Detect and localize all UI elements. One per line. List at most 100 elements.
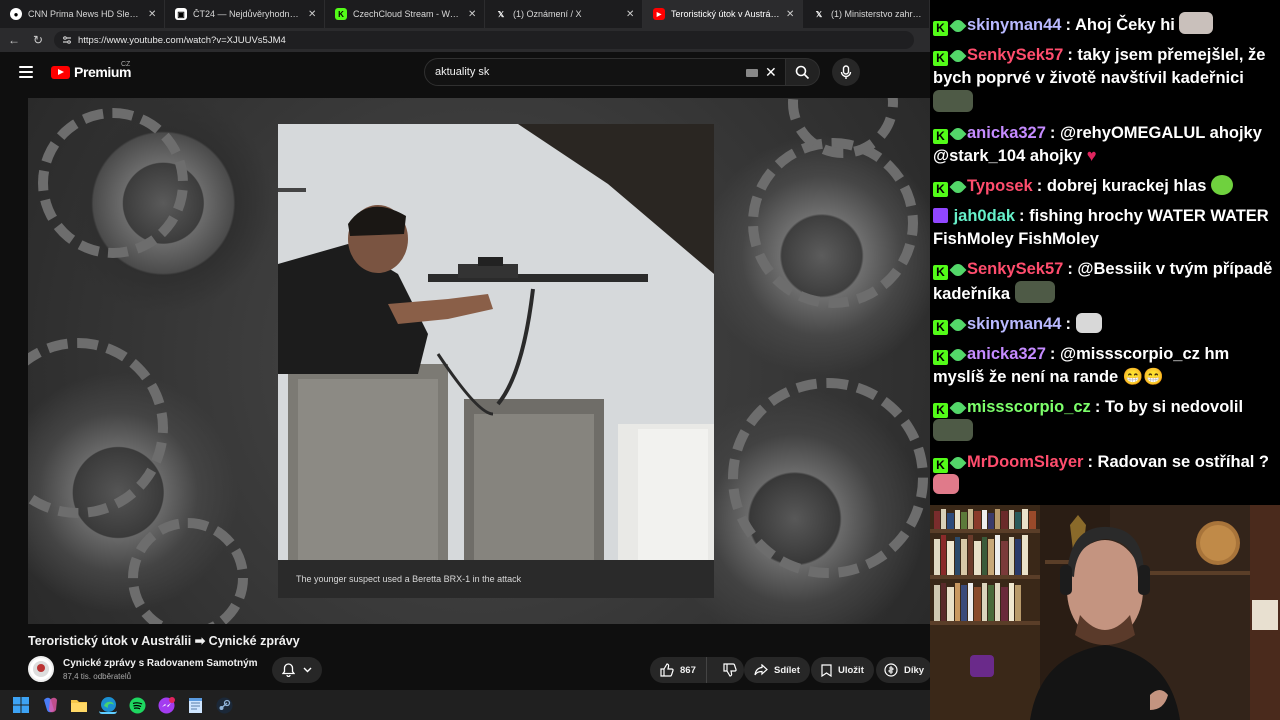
video-photo: [278, 124, 714, 560]
tab-ct24[interactable]: ▣ ČT24 — Nejdůvěryhodnější zpravo ✕: [165, 0, 325, 28]
gear-decoration: [748, 138, 918, 308]
chat-text: To by si nedovolil: [1104, 398, 1244, 416]
close-icon[interactable]: ✕: [468, 9, 478, 20]
subscriber-badge-icon: [949, 399, 967, 417]
notepad-icon[interactable]: [186, 696, 204, 714]
chat-message: K Typosek: dobrej kurackej hlas: [933, 175, 1276, 198]
tab-x-notifications[interactable]: 𝕏 (1) Oznámení / X ✕: [485, 0, 643, 28]
subscriber-badge-icon: [949, 125, 967, 143]
like-count: 867: [680, 664, 696, 676]
tab-title: (1) Oznámení / X: [513, 9, 582, 19]
video-caption: The younger suspect used a Beretta BRX-1…: [296, 574, 522, 584]
thumbs-down-icon: [723, 663, 737, 677]
chat-message: K SenkySek57: @Bessiik v tvým případě kad…: [933, 260, 1273, 303]
close-icon[interactable]: ✕: [786, 9, 796, 20]
thumbs-up-icon: [660, 663, 674, 677]
edge-browser-icon[interactable]: [99, 696, 117, 714]
site-info-icon[interactable]: [62, 35, 72, 45]
search-input[interactable]: [435, 66, 735, 78]
reload-icon[interactable]: ↻: [30, 32, 46, 48]
subscriber-count: 87,4 tis. odběratelů: [63, 672, 132, 681]
thanks-button[interactable]: Díky: [876, 657, 933, 683]
like-button[interactable]: 867: [650, 657, 707, 683]
subscriber-badge-icon: [949, 178, 967, 196]
tab-title: (1) Ministerstvo zahraničních v: [831, 9, 923, 19]
notification-bell-button[interactable]: [272, 657, 322, 683]
emote-icon: [1210, 175, 1233, 195]
kick-favicon-icon: K: [335, 8, 347, 20]
chat-text: Radovan se ostříhal ?: [1097, 453, 1270, 471]
chat-message: jah0dak: fishing hrochy WATER WATER Fish…: [933, 207, 1269, 248]
url-field[interactable]: https://www.youtube.com/watch?v=XJUUVs5J…: [54, 31, 914, 49]
save-button[interactable]: Uložit: [811, 657, 874, 683]
emote-icon: [1179, 12, 1214, 34]
spotify-icon[interactable]: [128, 696, 146, 714]
youtube-play-icon: [51, 65, 70, 79]
microphone-icon: [840, 64, 852, 79]
close-icon[interactable]: ✕: [626, 9, 636, 20]
search-box[interactable]: ✕: [424, 58, 786, 86]
gear-decoration: [38, 108, 188, 258]
subscriber-badge-icon: [949, 346, 967, 364]
youtube-favicon-icon: ▶: [653, 8, 665, 20]
chat-username[interactable]: missscorpio_cz: [967, 398, 1091, 416]
like-dislike-group: 867: [650, 657, 744, 683]
channel-name[interactable]: Cynické zprávy s Radovanem Samotným: [63, 658, 258, 669]
kick-badge-icon: K: [933, 403, 948, 418]
tab-cnn-prima[interactable]: ● CNN Prima News HD Sledujte na Sl ✕: [0, 0, 165, 28]
chat-username[interactable]: skinyman44: [967, 16, 1061, 34]
taskbar: [0, 690, 930, 720]
super-thanks-icon: [884, 663, 898, 677]
close-icon[interactable]: ✕: [148, 9, 158, 20]
tab-czechcloud[interactable]: K CzechCloud Stream - Watch Live o ✕: [325, 0, 485, 28]
kick-badge-icon: K: [933, 21, 948, 36]
back-arrow-icon[interactable]: ←: [6, 32, 22, 48]
subscriber-badge-icon: [949, 454, 967, 472]
tab-title: Teroristický útok v Austrálii ➡ Cyn: [671, 8, 780, 19]
url-text: https://www.youtube.com/watch?v=XJUUVs5J…: [78, 34, 286, 46]
search-button[interactable]: [786, 58, 820, 86]
gear-decoration: [28, 338, 168, 518]
copilot-icon[interactable]: [41, 696, 59, 714]
stream-chat: Kskinyman44: Ahoj Čeky hi K SenkySek57: t…: [930, 0, 1280, 505]
dislike-button[interactable]: [713, 657, 747, 683]
file-explorer-icon[interactable]: [70, 696, 88, 714]
save-label: Uložit: [838, 664, 864, 676]
voice-search-button[interactable]: [832, 58, 860, 86]
browser-window: ● CNN Prima News HD Sledujte na Sl ✕ ▣ Č…: [0, 0, 933, 690]
chat-username[interactable]: anicka327: [967, 345, 1046, 363]
chat-username[interactable]: MrDoomSlayer: [967, 453, 1083, 471]
chat-text: Ahoj Čeky hi: [1074, 16, 1175, 34]
chat-username[interactable]: anicka327: [967, 124, 1046, 142]
youtube-logo[interactable]: Premium: [51, 64, 132, 80]
chat-username[interactable]: jah0dak: [954, 207, 1015, 225]
subscriber-badge-icon: [949, 47, 967, 65]
video-player[interactable]: The younger suspect used a Beretta BRX-1…: [28, 98, 930, 624]
tab-title: CNN Prima News HD Sledujte na Sl: [28, 9, 142, 19]
tab-youtube-active[interactable]: ▶ Teroristický útok v Austrálii ➡ Cyn ✕: [643, 0, 803, 28]
windows-start-icon[interactable]: [12, 696, 30, 714]
steam-icon[interactable]: [215, 696, 233, 714]
chat-text: dobrej kurackej hlas: [1046, 177, 1207, 195]
menu-icon[interactable]: [19, 66, 33, 78]
clear-search-icon[interactable]: ✕: [765, 64, 777, 81]
channel-avatar[interactable]: [28, 656, 54, 682]
share-icon: [754, 664, 768, 676]
chat-username[interactable]: skinyman44: [967, 315, 1061, 333]
emote-icon: [1014, 281, 1055, 303]
chat-username[interactable]: SenkySek57: [967, 46, 1063, 64]
tab-ministerstvo[interactable]: 𝕏 (1) Ministerstvo zahraničních v: [803, 0, 930, 28]
kick-badge-icon: K: [933, 350, 948, 365]
ct24-favicon-icon: ▣: [175, 8, 187, 20]
close-icon[interactable]: ✕: [308, 9, 318, 20]
channel-logo-icon: [33, 661, 49, 677]
kick-badge-icon: K: [933, 458, 948, 473]
chat-message: Kmissscorpio_cz: To by si nedovolil: [933, 396, 1276, 444]
chat-username[interactable]: Typosek: [967, 177, 1033, 195]
chat-username[interactable]: SenkySek57: [967, 260, 1063, 278]
messenger-icon[interactable]: [157, 696, 175, 714]
chat-message: Kanicka327: @rehyOMEGALUL ahojky @stark_…: [933, 124, 1262, 165]
region-code: CZ: [121, 61, 131, 68]
share-button[interactable]: Sdílet: [744, 657, 810, 683]
keyboard-icon[interactable]: [746, 69, 758, 77]
